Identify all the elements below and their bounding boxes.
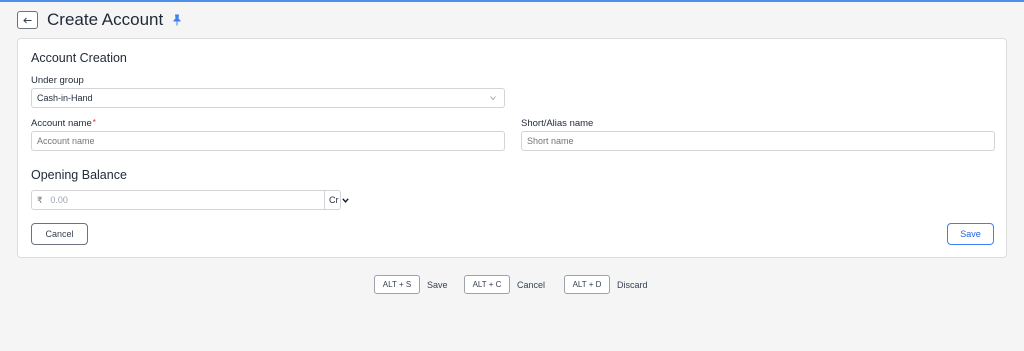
under-group-select[interactable]: Cash-in-Hand (31, 88, 505, 108)
short-name-input[interactable] (521, 131, 995, 151)
required-mark: * (92, 118, 96, 127)
cr-dr-select[interactable]: Cr (324, 191, 354, 209)
chevron-down-icon (490, 96, 496, 101)
cr-dr-value: Cr (329, 195, 339, 205)
page-title: Create Account (47, 10, 164, 29)
arrow-left-icon (23, 17, 32, 23)
shortcut-label: Cancel (517, 279, 546, 290)
account-name-label: Account name* (31, 118, 96, 129)
rupee-icon: ₹ (37, 194, 43, 205)
account-name-label-text: Account name (31, 118, 92, 129)
shortcut-label: Discard (617, 279, 648, 290)
chevron-down-icon (341, 197, 349, 203)
shortcut-discard: ALT + D Discard (564, 275, 648, 294)
shortcut-label: Save (427, 279, 448, 290)
shortcut-cancel: ALT + C Cancel (464, 275, 545, 294)
under-group-value: Cash-in-Hand (37, 93, 93, 103)
back-button[interactable] (17, 11, 38, 29)
short-name-label: Short/Alias name (521, 118, 594, 129)
account-name-input[interactable] (31, 131, 505, 151)
kbd-alt-s: ALT + S (374, 275, 420, 294)
kbd-alt-d: ALT + D (564, 275, 610, 294)
pin-icon[interactable] (172, 14, 182, 26)
shortcut-save: ALT + S Save (374, 275, 448, 294)
save-button[interactable]: Save (947, 223, 994, 245)
top-accent-bar (0, 0, 1024, 2)
opening-balance-field: ₹ 0.00 Cr (31, 190, 349, 210)
opening-balance-title: Opening Balance (31, 168, 127, 182)
kbd-alt-c: ALT + C (464, 275, 510, 294)
under-group-label: Under group (31, 75, 84, 86)
account-form-card: Account Creation Under group Cash-in-Han… (17, 38, 1007, 258)
opening-balance-input[interactable]: 0.00 (50, 195, 68, 205)
page-header: Create Account (17, 9, 182, 31)
cancel-button[interactable]: Cancel (31, 223, 88, 245)
account-creation-title: Account Creation (31, 51, 127, 65)
